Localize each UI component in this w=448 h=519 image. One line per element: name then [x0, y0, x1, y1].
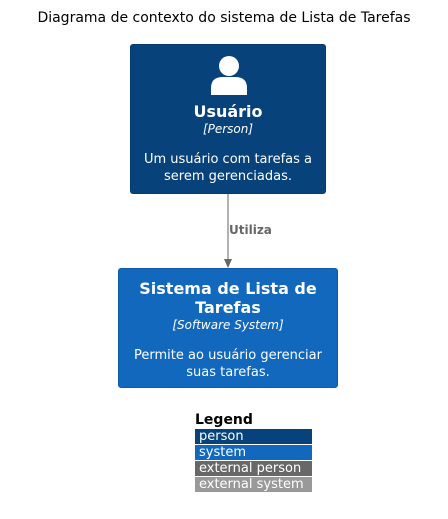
person-icon	[211, 56, 247, 95]
person-name: Usuário	[193, 102, 263, 121]
legend-title: Legend	[195, 412, 253, 428]
system-node-lista-de-tarefas: Sistema de Lista de Tarefas [Software Sy…	[118, 268, 338, 388]
legend-item-external-person: external person	[195, 461, 312, 476]
system-type: [Software System]	[172, 318, 284, 332]
system-description: Permite ao usuário gerenciar suas tarefa…	[134, 348, 322, 380]
person-type: [Person]	[202, 122, 254, 136]
legend-item-system: system	[195, 445, 312, 460]
legend-item-person: person	[195, 429, 312, 444]
legend-item-external-system: external system	[195, 477, 312, 492]
relationship-arrowhead	[224, 259, 232, 268]
relationship-label: Utiliza	[229, 223, 272, 237]
person-description: Um usuário com tarefas a serem gerenciad…	[143, 152, 312, 184]
system-name: Sistema de Lista de Tarefas	[139, 279, 317, 317]
legend: Legend person system external person ext…	[195, 412, 312, 493]
person-node-usuario: Usuário [Person] Um usuário com tarefas …	[130, 44, 326, 194]
